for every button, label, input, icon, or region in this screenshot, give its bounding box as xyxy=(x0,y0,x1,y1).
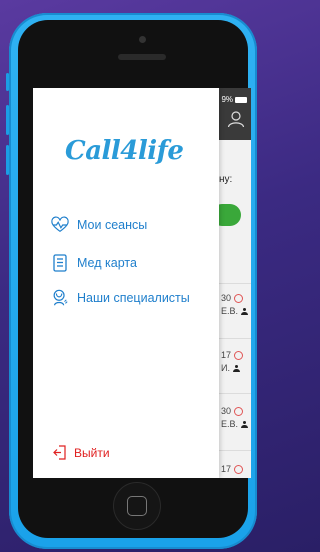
earpiece-speaker xyxy=(118,54,166,60)
menu-item-my-sessions[interactable]: Мои сеансы xyxy=(51,216,147,234)
session-doctor: Е.В. xyxy=(221,306,239,316)
battery-percent: 9% xyxy=(221,95,233,104)
medical-card-icon xyxy=(53,254,67,272)
clock-icon xyxy=(234,293,244,303)
logout-icon xyxy=(53,445,66,460)
clock-icon xyxy=(234,350,244,360)
session-time: 30 xyxy=(221,406,232,416)
home-square-icon xyxy=(127,496,147,516)
battery-icon xyxy=(235,96,247,103)
person-icon xyxy=(241,420,249,428)
mute-switch xyxy=(6,73,9,91)
person-icon xyxy=(232,364,240,372)
front-camera xyxy=(139,36,146,43)
person-icon xyxy=(241,307,249,315)
volume-up-button xyxy=(6,105,9,135)
menu-item-label: Наши специалисты xyxy=(77,291,190,305)
heart-pulse-icon xyxy=(51,216,69,233)
session-time: 17 xyxy=(221,350,232,360)
session-doctor: Е.В. xyxy=(221,419,239,429)
menu-item-label: Мои сеансы xyxy=(77,218,148,232)
menu-item-specialists[interactable]: Наши специалисты xyxy=(51,289,190,307)
phone-screen: 9% ну: 30 Е.В. 17 И. 30 Е.В. 17 Call4lif… xyxy=(33,88,251,478)
session-time: 30 xyxy=(221,293,232,303)
specialist-icon xyxy=(53,289,68,306)
app-logo: Call4life xyxy=(65,136,184,166)
status-bar: 9% xyxy=(221,95,247,104)
clock-icon xyxy=(234,406,244,416)
logout-button[interactable]: Выйти xyxy=(53,445,110,460)
volume-down-button xyxy=(6,145,9,175)
menu-item-medical-card[interactable]: Мед карта xyxy=(51,254,137,272)
profile-icon[interactable] xyxy=(227,110,245,128)
session-time: 17 xyxy=(221,464,232,474)
clock-icon xyxy=(234,464,244,474)
menu-item-label: Мед карта xyxy=(77,256,137,270)
session-doctor: И. xyxy=(221,363,230,373)
prompt-text: ну: xyxy=(219,174,233,185)
logout-label: Выйти xyxy=(74,445,110,460)
navigation-drawer: Call4life Мои сеансы Мед карта Наши спец… xyxy=(33,88,219,478)
home-button[interactable] xyxy=(113,482,161,530)
